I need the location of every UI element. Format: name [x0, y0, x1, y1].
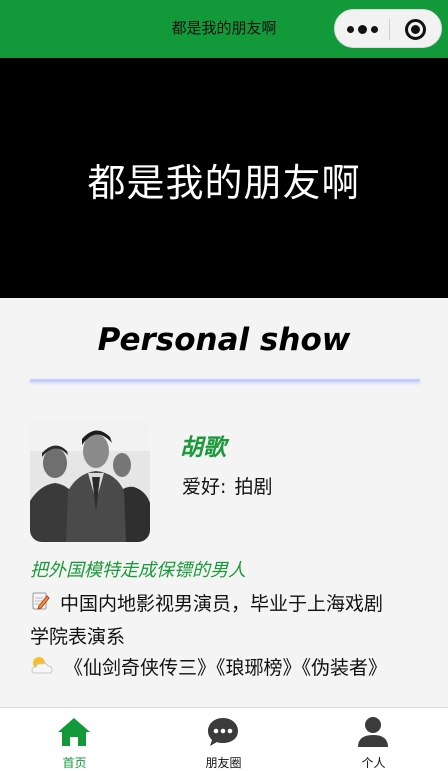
bio-line-1: 中国内地影视男演员，毕业于上海戏剧学院表演系 [30, 588, 390, 653]
avatar [30, 421, 150, 542]
profile-tagline: 把外国模特走成保镖的男人 [30, 560, 246, 581]
tab-profile[interactable]: 个人 [299, 708, 448, 771]
hero-banner: 都是我的朋友啊 [0, 58, 448, 298]
tab-home-label: 首页 [62, 756, 87, 770]
hobby-value: 拍剧 [234, 476, 273, 498]
capsule-divider [389, 19, 390, 40]
home-icon [58, 718, 90, 746]
profile-hobby: 爱好: 拍剧 [180, 472, 272, 499]
memo-icon [30, 589, 50, 621]
more-dots-icon[interactable] [347, 20, 379, 38]
section-divider [30, 379, 420, 382]
target-icon[interactable] [405, 19, 426, 40]
navigation-bar: 都是我的朋友啊 [0, 0, 448, 58]
capsule-menu [334, 9, 442, 48]
sun-behind-cloud-icon [30, 653, 54, 685]
chat-bubble-icon [208, 718, 238, 746]
tab-bar: 首页 朋友圈 个人 [0, 707, 448, 771]
bio-text-1: 中国内地影视男演员，毕业于上海戏剧学院表演系 [30, 593, 384, 648]
avatar-photo [30, 421, 150, 542]
profile-name: 胡歌 [180, 435, 226, 461]
tab-moments[interactable]: 朋友圈 [149, 708, 298, 771]
banner-text: 都是我的朋友啊 [87, 161, 361, 205]
tab-moments-label: 朋友圈 [205, 756, 242, 770]
hobby-label: 爱好: [182, 476, 227, 498]
bio-text-2: 《仙剑奇侠传三》《琅琊榜》《伪装者》 [64, 657, 388, 679]
person-icon [358, 717, 388, 747]
tab-home[interactable]: 首页 [0, 708, 149, 771]
bio-line-2: 《仙剑奇侠传三》《琅琊榜》《伪装者》 [30, 652, 390, 685]
section-title: Personal show [97, 322, 351, 358]
tab-profile-label: 个人 [361, 756, 386, 770]
